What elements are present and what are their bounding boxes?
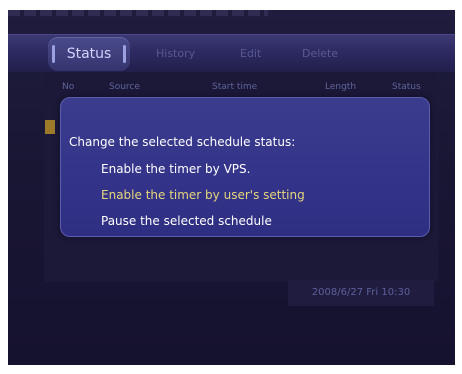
tab-edit[interactable]: Edit	[240, 35, 261, 73]
column-header-no: No	[62, 82, 75, 92]
tab-bar: Status History Edit Delete	[8, 34, 455, 72]
option-enable-vps[interactable]: Enable the timer by VPS.	[101, 162, 250, 176]
selected-row-marker	[45, 120, 55, 134]
top-decoration	[8, 10, 268, 16]
column-header-length: Length	[325, 82, 357, 92]
column-header-start-time: Start time	[212, 82, 258, 92]
column-header-status: Status	[392, 82, 421, 92]
dialog-title: Change the selected schedule status:	[69, 135, 296, 149]
datetime-display: 2008/6/27 Fri 10:30	[288, 280, 434, 306]
tv-screen: Status History Edit Delete No Source Sta…	[8, 10, 455, 365]
tab-delete[interactable]: Delete	[302, 35, 338, 73]
tab-history[interactable]: History	[156, 35, 195, 73]
tab-status[interactable]: Status	[48, 37, 130, 71]
column-header-source: Source	[109, 82, 140, 92]
status-dialog: Change the selected schedule status: Ena…	[60, 97, 430, 237]
option-enable-user-setting[interactable]: Enable the timer by user's setting	[101, 188, 305, 202]
option-pause-schedule[interactable]: Pause the selected schedule	[101, 214, 272, 228]
